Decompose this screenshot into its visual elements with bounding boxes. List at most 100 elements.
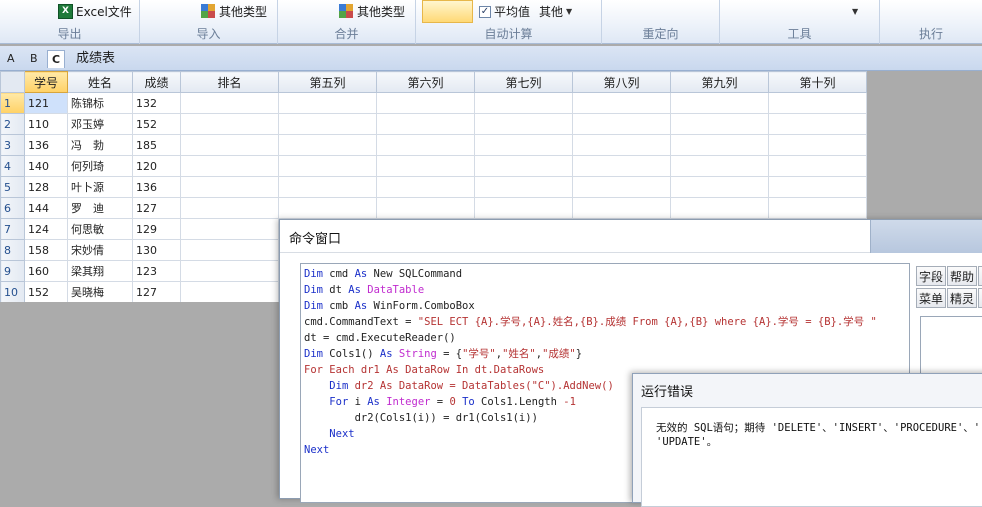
grid-corner-select-all[interactable] xyxy=(0,71,25,93)
row-number[interactable]: 3 xyxy=(0,134,25,156)
grid-cell[interactable] xyxy=(572,92,671,114)
grid-cell[interactable]: 130 xyxy=(132,239,181,261)
grid-cell[interactable]: 110 xyxy=(24,113,68,135)
column-header[interactable]: 姓名 xyxy=(67,71,133,93)
grid-cell[interactable] xyxy=(376,134,475,156)
grid-cell[interactable]: 129 xyxy=(132,218,181,240)
column-header[interactable]: 第六列 xyxy=(376,71,475,93)
grid-cell[interactable] xyxy=(768,155,867,177)
grid-cell[interactable] xyxy=(670,176,769,198)
grid-cell[interactable]: 128 xyxy=(24,176,68,198)
grid-cell[interactable]: 136 xyxy=(132,176,181,198)
grid-cell[interactable] xyxy=(474,92,573,114)
table-row[interactable]: 5 128 叶卜源 136 xyxy=(0,176,867,198)
grid-cell[interactable] xyxy=(376,113,475,135)
grid-cell[interactable] xyxy=(768,176,867,198)
grid-cell[interactable] xyxy=(278,113,377,135)
column-header[interactable]: 第七列 xyxy=(474,71,573,93)
tab-a[interactable]: A xyxy=(3,50,19,68)
row-number[interactable]: 7 xyxy=(0,218,25,240)
row-number[interactable]: 5 xyxy=(0,176,25,198)
menu-button[interactable]: 菜单 xyxy=(916,288,946,308)
grid-cell[interactable] xyxy=(572,176,671,198)
grid-cell[interactable] xyxy=(278,197,377,219)
grid-cell[interactable] xyxy=(180,113,279,135)
grid-cell[interactable] xyxy=(572,155,671,177)
grid-cell[interactable] xyxy=(474,176,573,198)
grid-cell[interactable] xyxy=(376,176,475,198)
grid-cell[interactable]: 124 xyxy=(24,218,68,240)
tab-c[interactable]: C xyxy=(47,50,66,68)
autocalc-color-swatch[interactable] xyxy=(422,0,473,23)
row-number[interactable]: 6 xyxy=(0,197,25,219)
more-button-clipped[interactable] xyxy=(978,288,982,308)
table-row[interactable]: 6 144 罗 迪 127 xyxy=(0,197,867,219)
grid-cell[interactable] xyxy=(278,134,377,156)
grid-cell[interactable] xyxy=(376,155,475,177)
grid-cell[interactable]: 何思敏 xyxy=(67,218,133,240)
grid-cell[interactable]: 127 xyxy=(132,281,181,302)
grid-cell[interactable]: 陈锦标 xyxy=(67,92,133,114)
grid-cell[interactable] xyxy=(572,113,671,135)
row-number[interactable]: 8 xyxy=(0,239,25,261)
grid-cell[interactable]: 邓玉婷 xyxy=(67,113,133,135)
grid-cell[interactable]: 吴晓梅 xyxy=(67,281,133,302)
grid-cell[interactable] xyxy=(180,176,279,198)
grid-cell[interactable] xyxy=(474,155,573,177)
grid-cell[interactable]: 123 xyxy=(132,260,181,282)
column-header[interactable]: 学号 xyxy=(24,71,68,93)
grid-cell[interactable]: 132 xyxy=(132,92,181,114)
merge-other-button[interactable]: 其他类型 xyxy=(339,2,405,21)
row-number[interactable]: 10 xyxy=(0,281,25,302)
grid-cell[interactable] xyxy=(474,113,573,135)
fields-button[interactable]: 字段 xyxy=(916,266,946,286)
grid-cell[interactable]: 120 xyxy=(132,155,181,177)
grid-cell[interactable] xyxy=(180,260,279,282)
grid-cell[interactable]: 121 xyxy=(24,92,68,114)
grid-cell[interactable]: 185 xyxy=(132,134,181,156)
grid-cell[interactable]: 梁其翔 xyxy=(67,260,133,282)
grid-cell[interactable]: 罗 迪 xyxy=(67,197,133,219)
column-header[interactable]: 第五列 xyxy=(278,71,377,93)
export-excel-button[interactable]: X Excel文件 xyxy=(58,2,132,21)
grid-cell[interactable] xyxy=(768,197,867,219)
row-number[interactable]: 2 xyxy=(0,113,25,135)
grid-cell[interactable] xyxy=(572,197,671,219)
column-header[interactable]: 第十列 xyxy=(768,71,867,93)
grid-cell[interactable] xyxy=(180,92,279,114)
grid-cell[interactable] xyxy=(670,197,769,219)
average-checkbox[interactable]: ✓ 平均值 xyxy=(479,2,530,21)
grid-cell[interactable] xyxy=(376,197,475,219)
grid-cell[interactable] xyxy=(670,92,769,114)
grid-cell[interactable] xyxy=(670,134,769,156)
command-window-titlebar[interactable]: 命令窗口 xyxy=(280,220,982,253)
tools-dropdown-button[interactable]: ▼ xyxy=(852,2,858,21)
tab-b[interactable]: B xyxy=(26,50,42,68)
grid-cell[interactable] xyxy=(180,218,279,240)
grid-cell[interactable]: 152 xyxy=(24,281,68,302)
grid-cell[interactable]: 158 xyxy=(24,239,68,261)
table-row[interactable]: 1 121 陈锦标 132 xyxy=(0,92,867,114)
grid-cell[interactable] xyxy=(376,92,475,114)
grid-cell[interactable] xyxy=(474,134,573,156)
grid-cell[interactable]: 140 xyxy=(24,155,68,177)
grid-cell[interactable] xyxy=(180,281,279,302)
grid-cell[interactable] xyxy=(572,134,671,156)
grid-cell[interactable] xyxy=(278,92,377,114)
grid-cell[interactable]: 叶卜源 xyxy=(67,176,133,198)
column-header[interactable]: 第八列 xyxy=(572,71,671,93)
grid-cell[interactable] xyxy=(180,155,279,177)
grid-cell[interactable]: 160 xyxy=(24,260,68,282)
grid-cell[interactable] xyxy=(278,155,377,177)
help-button[interactable]: 帮助 xyxy=(947,266,977,286)
grid-cell[interactable] xyxy=(278,176,377,198)
wizard-button[interactable]: 精灵 xyxy=(947,288,977,308)
grid-cell[interactable] xyxy=(180,239,279,261)
grid-cell[interactable]: 152 xyxy=(132,113,181,135)
row-number[interactable]: 9 xyxy=(0,260,25,282)
grid-cell[interactable] xyxy=(474,197,573,219)
grid-cell[interactable] xyxy=(180,134,279,156)
grid-cell[interactable] xyxy=(670,155,769,177)
other-dropdown[interactable]: 其他 ▼ xyxy=(539,2,572,21)
grid-cell[interactable]: 136 xyxy=(24,134,68,156)
